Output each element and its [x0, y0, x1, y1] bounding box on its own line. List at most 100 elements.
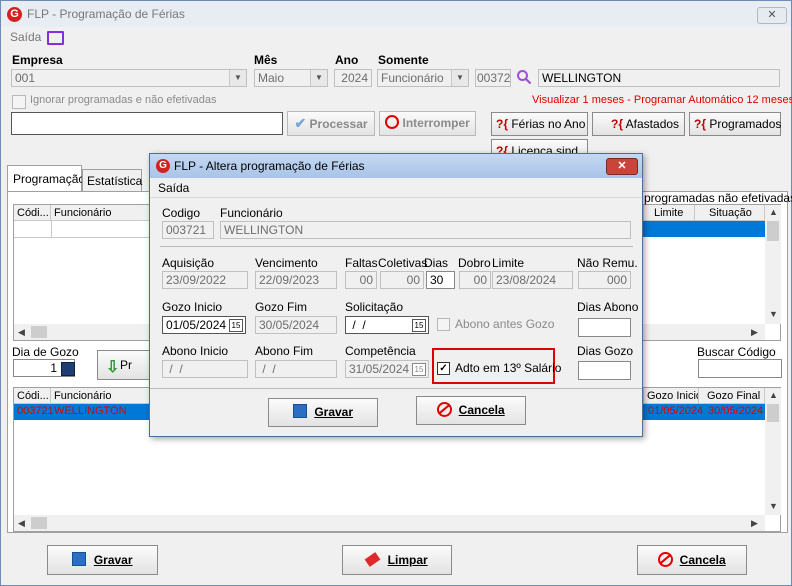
- limpar-button[interactable]: Limpar: [342, 545, 452, 575]
- chevron-up-icon[interactable]: ▲: [769, 390, 778, 400]
- adto-13-checkbox[interactable]: ✓: [437, 362, 450, 375]
- app-logo-icon: G: [156, 159, 170, 173]
- interromper-label: Interromper: [402, 116, 470, 130]
- somente-label: Somente: [378, 53, 429, 67]
- abono-inicio-input: / /: [162, 360, 248, 378]
- faltas-label: Faltas: [345, 256, 378, 270]
- abono-antes-label: Abono antes Gozo: [455, 317, 555, 331]
- process-status-field: [11, 112, 283, 135]
- search-icon[interactable]: [516, 69, 532, 85]
- col-header-limite[interactable]: Limite: [643, 205, 695, 221]
- col-header-codigo[interactable]: Códi...: [14, 388, 51, 404]
- upper-grid-empty-cell: [14, 221, 52, 237]
- nao-remu-label: Não Remu.: [577, 256, 638, 270]
- col-header-gozo-inicio[interactable]: Gozo Inicio: [643, 388, 699, 404]
- vencimento-input: 22/09/2023: [255, 271, 337, 289]
- lower-grid-hscroll[interactable]: ◀ ▶: [14, 515, 765, 531]
- afastados-button[interactable]: ?{ Afastados: [592, 112, 685, 136]
- calculator-icon[interactable]: [61, 362, 75, 376]
- col-header-situacao[interactable]: Situação: [695, 205, 765, 221]
- row-gozo-final: 30/05/2024: [708, 405, 764, 417]
- chevron-down-icon[interactable]: ▼: [769, 309, 778, 319]
- gravar-button[interactable]: Gravar: [47, 545, 158, 575]
- solicitacao-input[interactable]: / / 15: [345, 316, 429, 334]
- buscar-codigo-label: Buscar Código: [697, 345, 776, 359]
- func-code-input[interactable]: 003721: [475, 69, 511, 87]
- tab-estatistica[interactable]: Estatística: [82, 169, 142, 191]
- monitor-icon[interactable]: [47, 31, 64, 45]
- col-header-codigo[interactable]: Códi...: [14, 205, 51, 221]
- somente-value: Funcionário: [381, 71, 444, 85]
- col-header-funcionario[interactable]: Funcionário: [51, 388, 151, 404]
- ano-input[interactable]: 2024: [334, 69, 372, 87]
- codigo-input: 003721: [162, 221, 214, 239]
- chevron-down-icon[interactable]: ▼: [769, 501, 778, 511]
- buscar-codigo-input[interactable]: [698, 359, 782, 378]
- visualizar-text: Visualizar 1 meses - Programar Automátic…: [532, 94, 792, 106]
- dialog-menu-saida[interactable]: Saída: [158, 181, 189, 195]
- empresa-select[interactable]: 001 ▼: [11, 69, 247, 87]
- col-header-funcionario[interactable]: Funcionário: [51, 205, 151, 221]
- close-dialog-button[interactable]: ✕: [606, 158, 638, 175]
- stop-icon: [385, 115, 400, 129]
- chevron-left-icon[interactable]: ◀: [18, 518, 25, 529]
- upper-grid-vscroll[interactable]: ▲ ▼: [765, 205, 781, 324]
- coletivas-input: 00: [380, 271, 424, 289]
- coletivas-label: Coletivas: [378, 256, 428, 270]
- dias-gozo-label: Dias Gozo: [577, 344, 634, 358]
- hscroll-thumb[interactable]: [31, 517, 47, 529]
- title-bar: G FLP - Programação de Férias ✕: [1, 1, 791, 27]
- chevron-right-icon[interactable]: ▶: [751, 518, 758, 529]
- no-entry-icon: [658, 552, 674, 567]
- adto-13-label: Adto em 13º Salário: [455, 361, 562, 375]
- preencher-button[interactable]: ⇩ Pr: [97, 350, 157, 380]
- question-icon: ?{: [496, 117, 508, 131]
- calendar-icon[interactable]: 15: [412, 363, 426, 376]
- gozo-inicio-input[interactable]: 01/05/2024 15: [162, 316, 246, 334]
- row-gozo-inicio: 01/05/2024: [648, 405, 704, 417]
- chevron-down-icon[interactable]: ▼: [310, 70, 327, 86]
- tab-programacao[interactable]: Programação: [7, 165, 85, 192]
- hscroll-thumb[interactable]: [31, 326, 47, 338]
- calendar-icon[interactable]: 15: [229, 319, 243, 332]
- empresa-label: Empresa: [12, 53, 63, 67]
- calendar-icon[interactable]: 15: [412, 319, 426, 332]
- dialog-gravar-button[interactable]: Gravar: [268, 398, 378, 427]
- col-header-gozo-final[interactable]: Gozo Final: [699, 388, 765, 404]
- dias-gozo-input[interactable]: [578, 361, 631, 380]
- chevron-down-icon[interactable]: ▼: [229, 70, 246, 86]
- edit-vacation-dialog: G FLP - Altera programação de Férias ✕ S…: [149, 153, 643, 437]
- ignorar-checkbox[interactable]: [12, 95, 26, 109]
- mes-select[interactable]: Maio ▼: [254, 69, 328, 87]
- somente-select[interactable]: Funcionário ▼: [377, 69, 469, 87]
- dobro-label: Dobro: [458, 256, 491, 270]
- chevron-up-icon[interactable]: ▲: [769, 207, 778, 217]
- dialog-title-bar: G FLP - Altera programação de Férias ✕: [150, 154, 642, 178]
- ferias-no-ano-button[interactable]: ?{ Férias no Ano: [491, 112, 588, 136]
- abono-inicio-label: Abono Inicio: [162, 344, 229, 358]
- chevron-left-icon[interactable]: ◀: [18, 327, 25, 338]
- close-window-button[interactable]: ✕: [757, 7, 787, 24]
- menu-saida[interactable]: Saída: [10, 30, 41, 44]
- dias-abono-input[interactable]: [578, 318, 631, 337]
- dialog-cancela-button[interactable]: Cancela: [416, 396, 526, 425]
- lower-grid-vscroll[interactable]: ▲ ▼: [765, 388, 781, 515]
- check-icon: ✔: [294, 115, 307, 131]
- row-name: WELLINGTON: [54, 405, 127, 417]
- abono-antes-checkbox[interactable]: [437, 318, 450, 331]
- interromper-button[interactable]: Interromper: [379, 111, 476, 136]
- upper-grid-selected-row[interactable]: [643, 221, 765, 237]
- vscroll-thumb[interactable]: [767, 221, 779, 241]
- competencia-input: 31/05/2024 15: [345, 360, 429, 378]
- processar-button[interactable]: ✔ Processar: [287, 111, 375, 136]
- gozo-inicio-label: Gozo Inicio: [162, 300, 223, 314]
- dias-input[interactable]: 30: [426, 271, 455, 289]
- chevron-right-icon[interactable]: ▶: [751, 327, 758, 338]
- ignorar-label: Ignorar programadas e não efetivadas: [30, 94, 217, 106]
- programados-button[interactable]: ?{ Programados: [689, 112, 781, 136]
- chevron-down-icon[interactable]: ▼: [451, 70, 468, 86]
- dias-abono-label: Dias Abono: [577, 300, 639, 314]
- vscroll-thumb[interactable]: [767, 404, 779, 422]
- abono-fim-input: / /: [255, 360, 337, 378]
- cancela-button[interactable]: Cancela: [637, 545, 747, 575]
